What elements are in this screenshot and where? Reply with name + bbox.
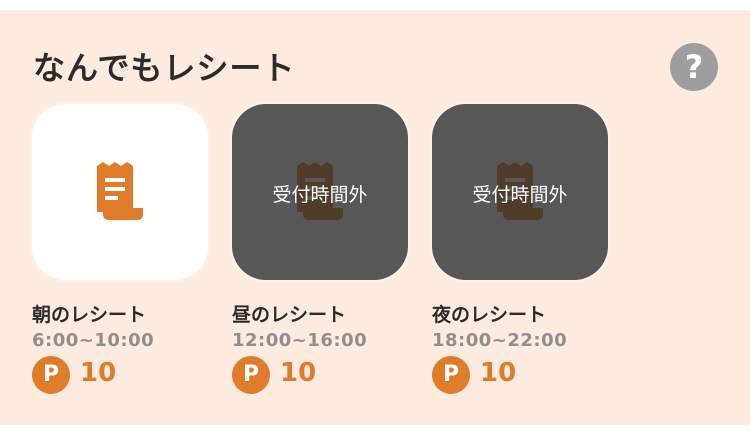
point-value: 10 — [80, 358, 117, 388]
point-reward: P 10 — [32, 356, 208, 396]
receipt-name: 夜のレシート — [432, 304, 547, 326]
section-title: なんでもレシート — [33, 49, 296, 87]
receipt-card-morning[interactable]: 朝のレシート 6:00~10:00 P 10 — [32, 104, 208, 394]
point-reward: P 10 — [432, 356, 608, 396]
unavailable-overlay: 受付時間外 — [232, 104, 408, 280]
outside-hours-label: 受付時間外 — [472, 184, 568, 206]
receipt-hours: 12:00~16:00 — [232, 330, 368, 351]
receipt-hours: 6:00~10:00 — [32, 330, 155, 351]
point-icon: P — [432, 356, 470, 394]
point-icon: P — [232, 356, 270, 394]
receipt-name: 朝のレシート — [32, 304, 147, 326]
point-reward: P 10 — [232, 356, 408, 396]
receipt-hours: 18:00~22:00 — [432, 330, 568, 351]
help-icon[interactable]: ? — [670, 43, 718, 91]
receipt-icon — [97, 162, 143, 220]
outside-hours-label: 受付時間外 — [272, 184, 368, 206]
receipt-tile[interactable]: 受付時間外 — [432, 104, 608, 280]
receipt-name: 昼のレシート — [232, 304, 347, 326]
point-value: 10 — [480, 358, 517, 388]
receipt-tile[interactable] — [32, 104, 208, 280]
point-icon: P — [32, 356, 70, 394]
receipt-tile[interactable]: 受付時間外 — [232, 104, 408, 280]
receipt-card-noon[interactable]: 受付時間外 昼のレシート 12:00~16:00 P 10 — [232, 104, 408, 394]
point-value: 10 — [280, 358, 317, 388]
unavailable-overlay: 受付時間外 — [432, 104, 608, 280]
receipt-panel: なんでもレシート ? 朝のレシート 6:00~10:00 P 10 受付時間外 … — [0, 10, 750, 425]
receipt-card-night[interactable]: 受付時間外 夜のレシート 18:00~22:00 P 10 — [432, 104, 608, 394]
